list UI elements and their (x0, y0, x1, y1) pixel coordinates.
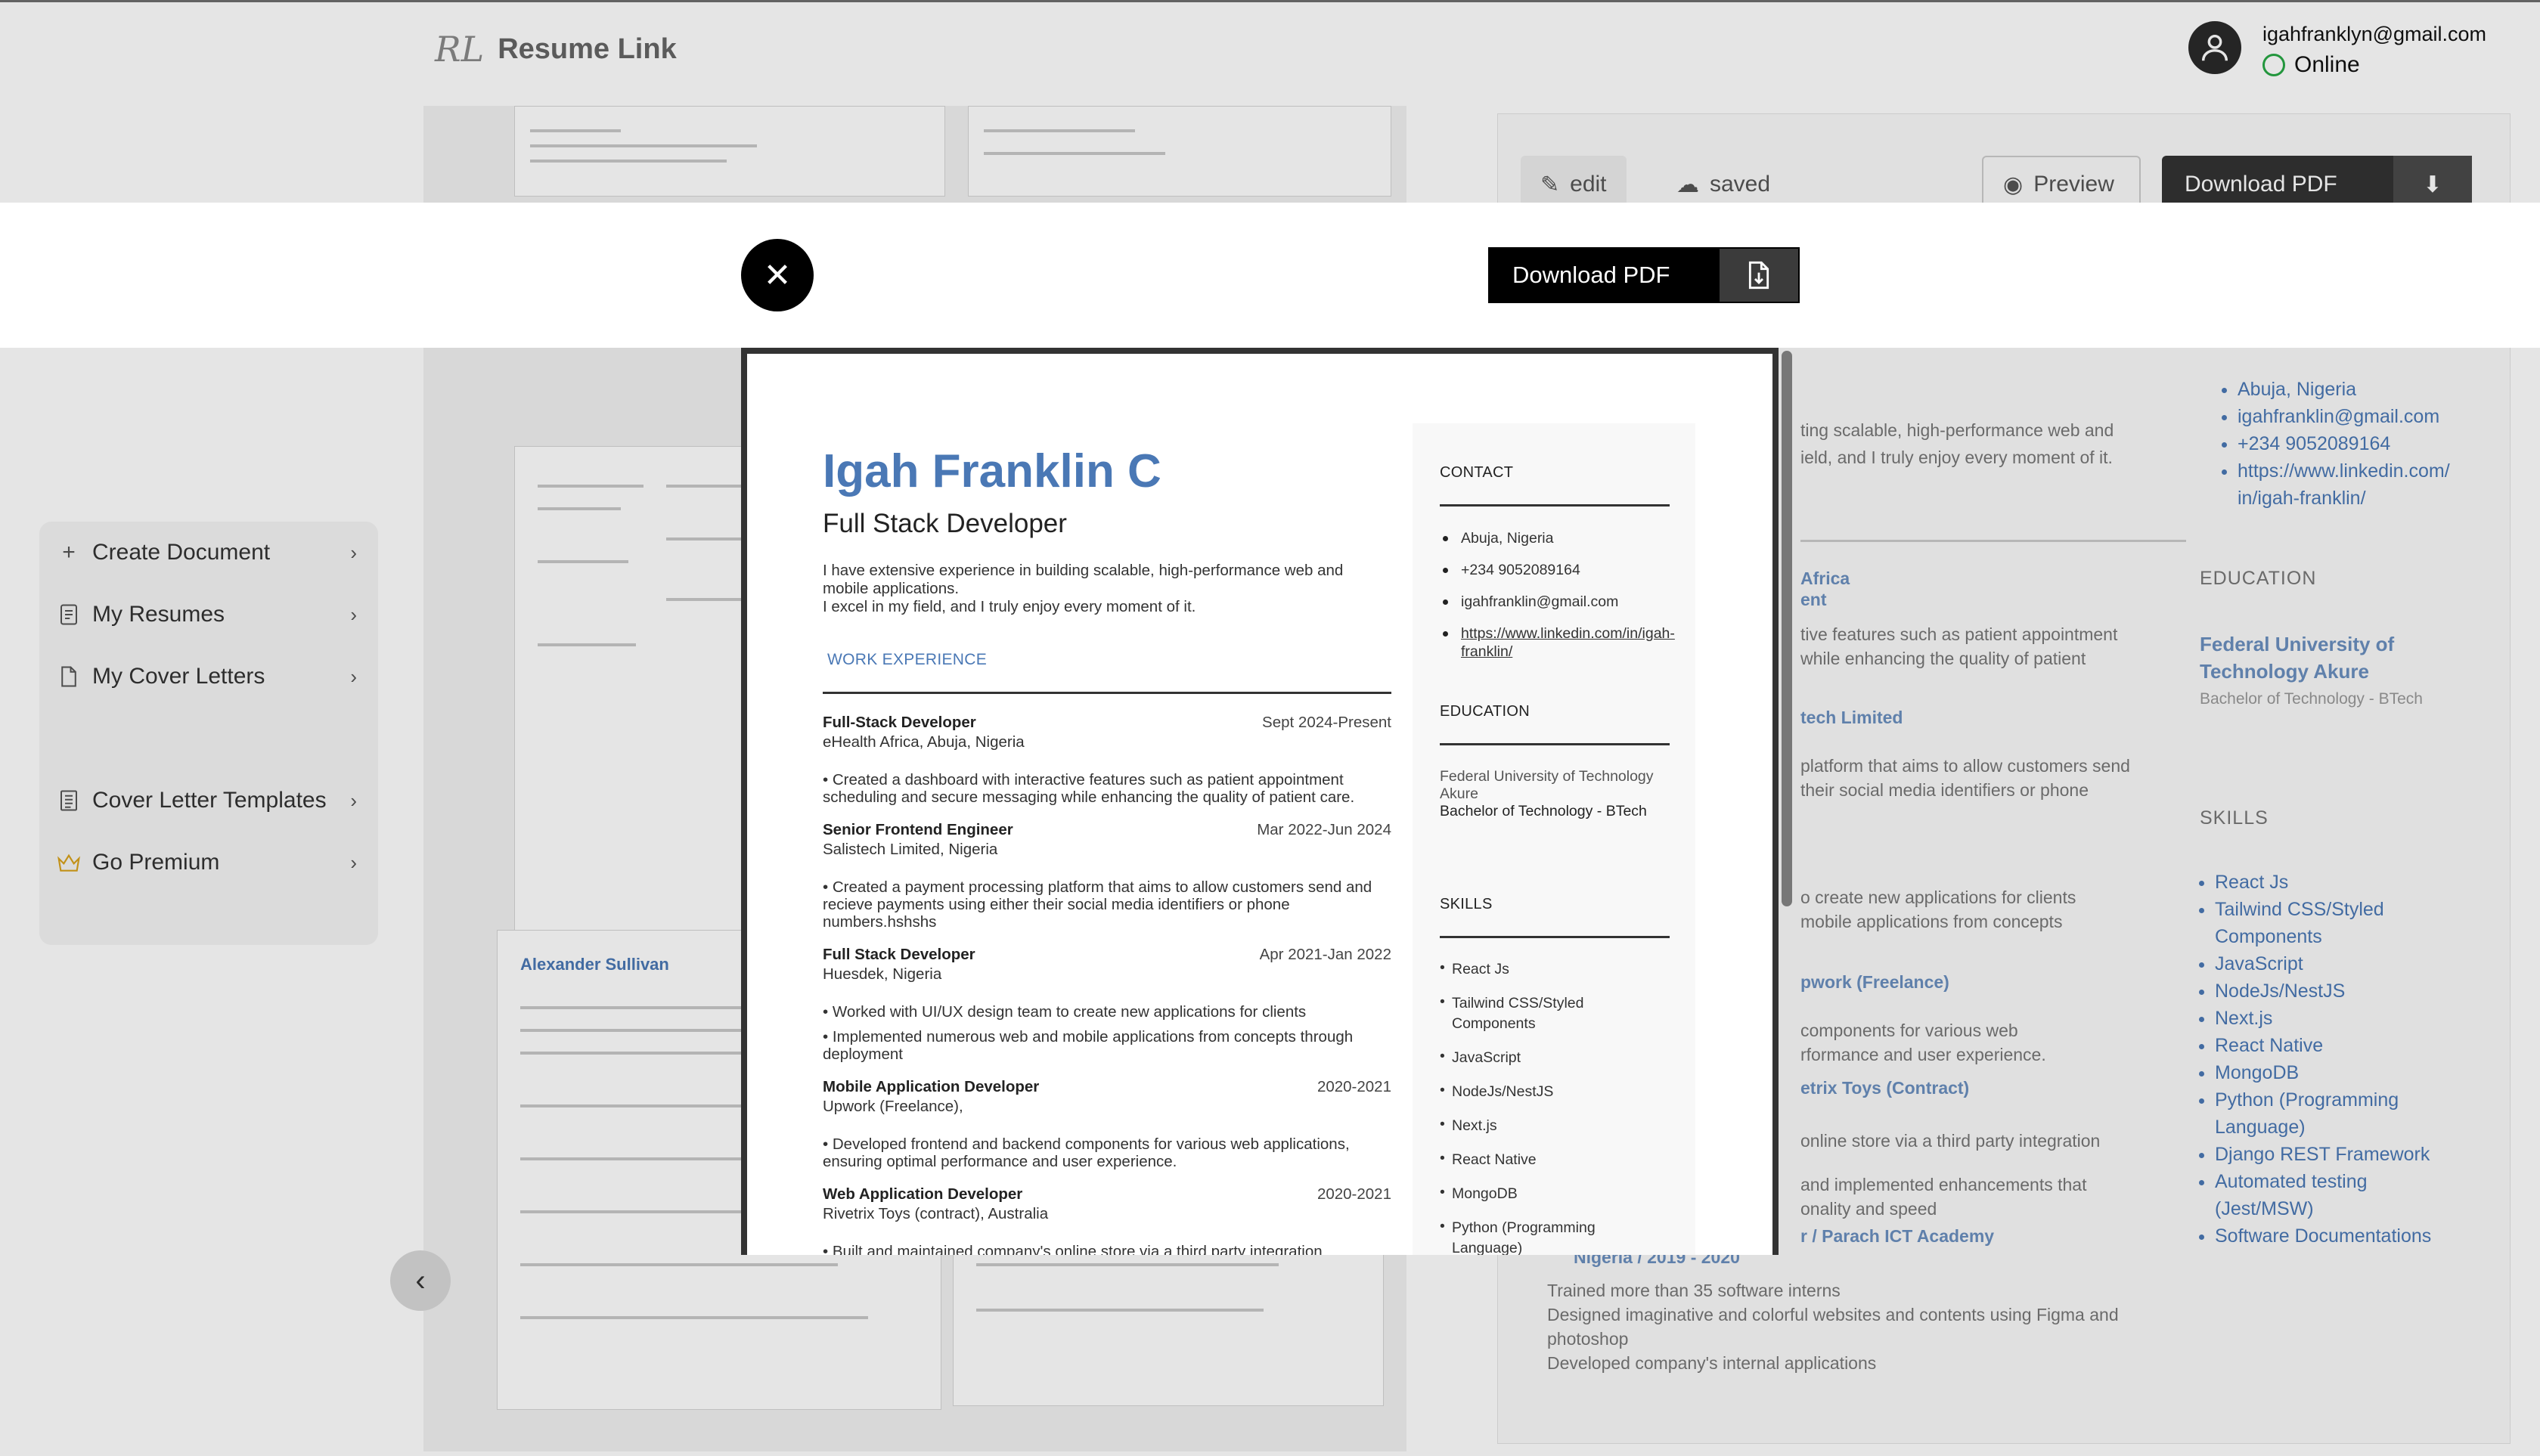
job-org: Upwork (Freelance), (823, 1098, 963, 1115)
job-bullet: • Worked with UI/UX design team to creat… (823, 1003, 1307, 1021)
skill-item: React Js (1440, 958, 1668, 980)
contact-location: Abuja, Nigeria (1440, 529, 1668, 547)
skills-title: SKILLS (1440, 896, 1493, 912)
job-date: Apr 2021-Jan 2022 (1259, 946, 1391, 963)
contact-email: igahfranklin@gmail.com (1440, 593, 1668, 611)
skill-item: NodeJs/NestJS (1440, 1080, 1668, 1102)
work-experience-title: WORK EXPERIENCE (827, 651, 988, 668)
skill-item: Python (Programming Language) (1440, 1216, 1668, 1255)
job-date: 2020-2021 (1317, 1078, 1391, 1095)
job-title: Full Stack Developer (823, 946, 975, 963)
job-date: Sept 2024-Present (1262, 714, 1391, 731)
job-bullet: • Developed frontend and backend compone… (823, 1135, 1350, 1170)
download-pdf-label: Download PDF (1490, 249, 1720, 302)
skill-item: React Native (1440, 1148, 1668, 1170)
job-title: Web Application Developer (823, 1185, 1023, 1203)
job-entry: Mobile Application Developer 2020-2021 Up… (823, 1078, 1391, 1170)
contact-list: Abuja, Nigeria +234 9052089164 igahfrank… (1440, 529, 1675, 661)
job-org: Salistech Limited, Nigeria (823, 841, 998, 858)
skill-item: Next.js (1440, 1114, 1668, 1136)
skill-item: JavaScript (1440, 1046, 1668, 1068)
section-divider (1440, 504, 1670, 507)
skill-item: Tailwind CSS/Styled Components (1440, 992, 1668, 1034)
job-title: Senior Frontend Engineer (823, 821, 1013, 838)
education-entry: Federal University of Technology Akure B… (1440, 768, 1668, 820)
resume-name: Igah Franklin C (823, 445, 1161, 497)
resume-preview-document: Igah Franklin C Full Stack Developer I h… (741, 348, 1779, 1255)
job-bullet: • Created a dashboard with interactive f… (823, 771, 1355, 806)
section-divider (823, 692, 1391, 694)
job-date: Mar 2022-Jun 2024 (1257, 821, 1391, 838)
job-org: eHealth Africa, Abuja, Nigeria (823, 733, 1025, 751)
resume-summary: I have extensive experience in building … (823, 562, 1391, 616)
job-entry: Full Stack Developer Apr 2021-Jan 2022 Hu… (823, 946, 1391, 1063)
contact-phone: +234 9052089164 (1440, 561, 1668, 579)
job-entry: Web Application Developer 2020-2021 Rivet… (823, 1185, 1391, 1255)
job-org: Huesdek, Nigeria (823, 965, 942, 983)
job-bullet: • Implemented numerous web and mobile ap… (823, 1028, 1354, 1063)
job-title: Mobile Application Developer (823, 1078, 1040, 1095)
resume-summary-line: I excel in my field, and I truly enjoy e… (823, 598, 1196, 615)
contact-linkedin: https://www.linkedin.com/in/igah-frankli… (1440, 624, 1675, 661)
file-download-icon (1720, 249, 1798, 302)
resume-side-column: CONTACT Abuja, Nigeria +234 9052089164 i… (1413, 423, 1695, 1255)
job-bullet: • Created a payment processing platform … (823, 878, 1372, 931)
job-entry: Senior Frontend Engineer Mar 2022-Jun 202… (823, 821, 1391, 931)
section-divider (1440, 743, 1670, 745)
education-degree: Bachelor of Technology - BTech (1440, 803, 1647, 819)
resume-main-column: Igah Franklin C Full Stack Developer I h… (823, 445, 1391, 1255)
job-title: Full-Stack Developer (823, 714, 976, 731)
job-date: 2020-2021 (1317, 1185, 1391, 1203)
contact-title: CONTACT (1440, 464, 1514, 481)
skills-list: React Js Tailwind CSS/Styled Components … (1440, 958, 1668, 1255)
resume-summary-line: I have extensive experience in building … (823, 562, 1344, 597)
job-org: Rivetrix Toys (contract), Australia (823, 1205, 1049, 1222)
section-divider (1440, 936, 1670, 938)
download-pdf-button[interactable]: Download PDF (1488, 247, 1800, 303)
close-icon: ✕ (763, 256, 792, 294)
job-entry: Full-Stack Developer Sept 2024-Present eH… (823, 714, 1391, 806)
preview-modal-toolbar (0, 203, 2540, 348)
skill-item: MongoDB (1440, 1182, 1668, 1204)
resume-role: Full Stack Developer (823, 509, 1067, 538)
preview-scrollbar[interactable] (1782, 351, 1792, 906)
linkedin-link[interactable]: https://www.linkedin.com/in/igah-frankli… (1461, 625, 1675, 660)
education-school: Federal University of Technology Akure (1440, 768, 1654, 802)
close-preview-button[interactable]: ✕ (741, 239, 814, 311)
education-title: EDUCATION (1440, 703, 1530, 720)
job-bullet: • Built and maintained company's online … (823, 1243, 1323, 1255)
